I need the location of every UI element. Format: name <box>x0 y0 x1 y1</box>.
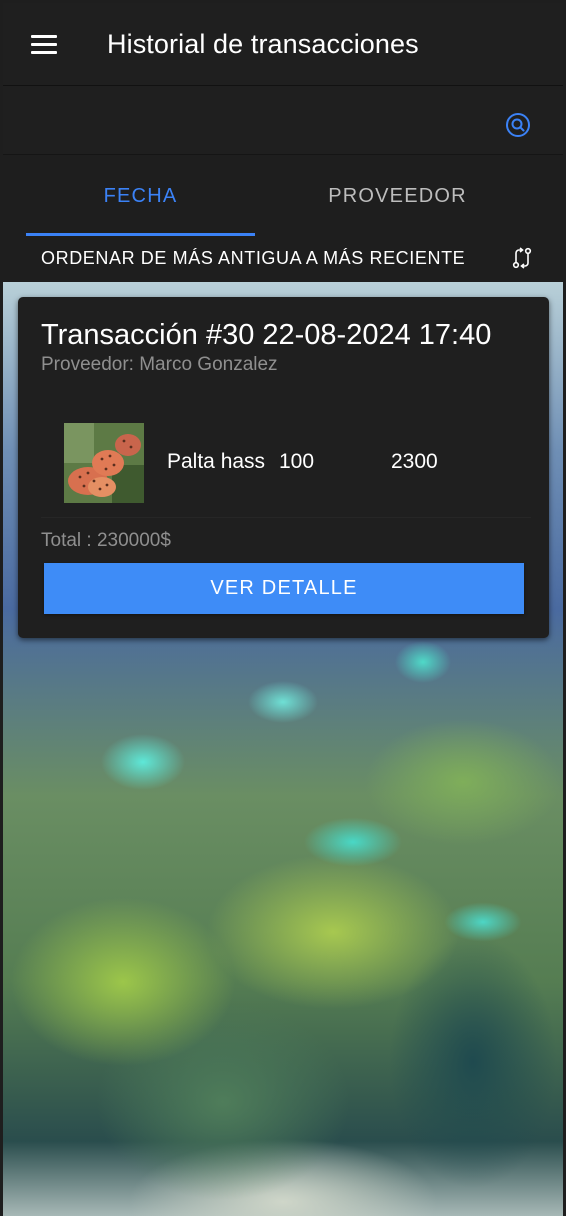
search-bar <box>3 86 563 155</box>
view-detail-button[interactable]: VER DETALLE <box>44 563 524 614</box>
transaction-total: Total : 230000$ <box>41 530 171 551</box>
transaction-card: Transacción #30 22-08-2024 17:40 Proveed… <box>18 297 549 638</box>
item-price: 2300 <box>391 450 438 473</box>
transaction-item-row: Palta hass 100 2300 <box>41 405 531 518</box>
page-title: Historial de transacciones <box>107 29 419 59</box>
item-name: Palta hass <box>167 450 266 473</box>
search-icon[interactable] <box>505 112 531 138</box>
app-bar: Historial de transacciones <box>3 3 563 86</box>
transaction-provider: Proveedor: Marco Gonzalez <box>41 354 278 375</box>
sort-label: ORDENAR DE MÁS ANTIGUA A MÁS RECIENTE <box>41 248 466 268</box>
app-screen: Historial de transacciones FECHA PROVEED… <box>0 0 566 1216</box>
item-quantity: 100 <box>279 450 315 473</box>
menu-icon[interactable] <box>31 33 59 57</box>
transaction-title: Transacción #30 22-08-2024 17:40 <box>41 319 492 351</box>
tab-proveedor[interactable]: PROVEEDOR <box>255 156 540 236</box>
sort-toggle-button[interactable]: ORDENAR DE MÁS ANTIGUA A MÁS RECIENTE <box>3 236 563 282</box>
tab-fecha[interactable]: FECHA <box>26 156 255 236</box>
tab-bar: FECHA PROVEEDOR <box>26 156 540 236</box>
fruit-thumbnail <box>64 423 144 503</box>
swap-icon <box>512 247 532 269</box>
